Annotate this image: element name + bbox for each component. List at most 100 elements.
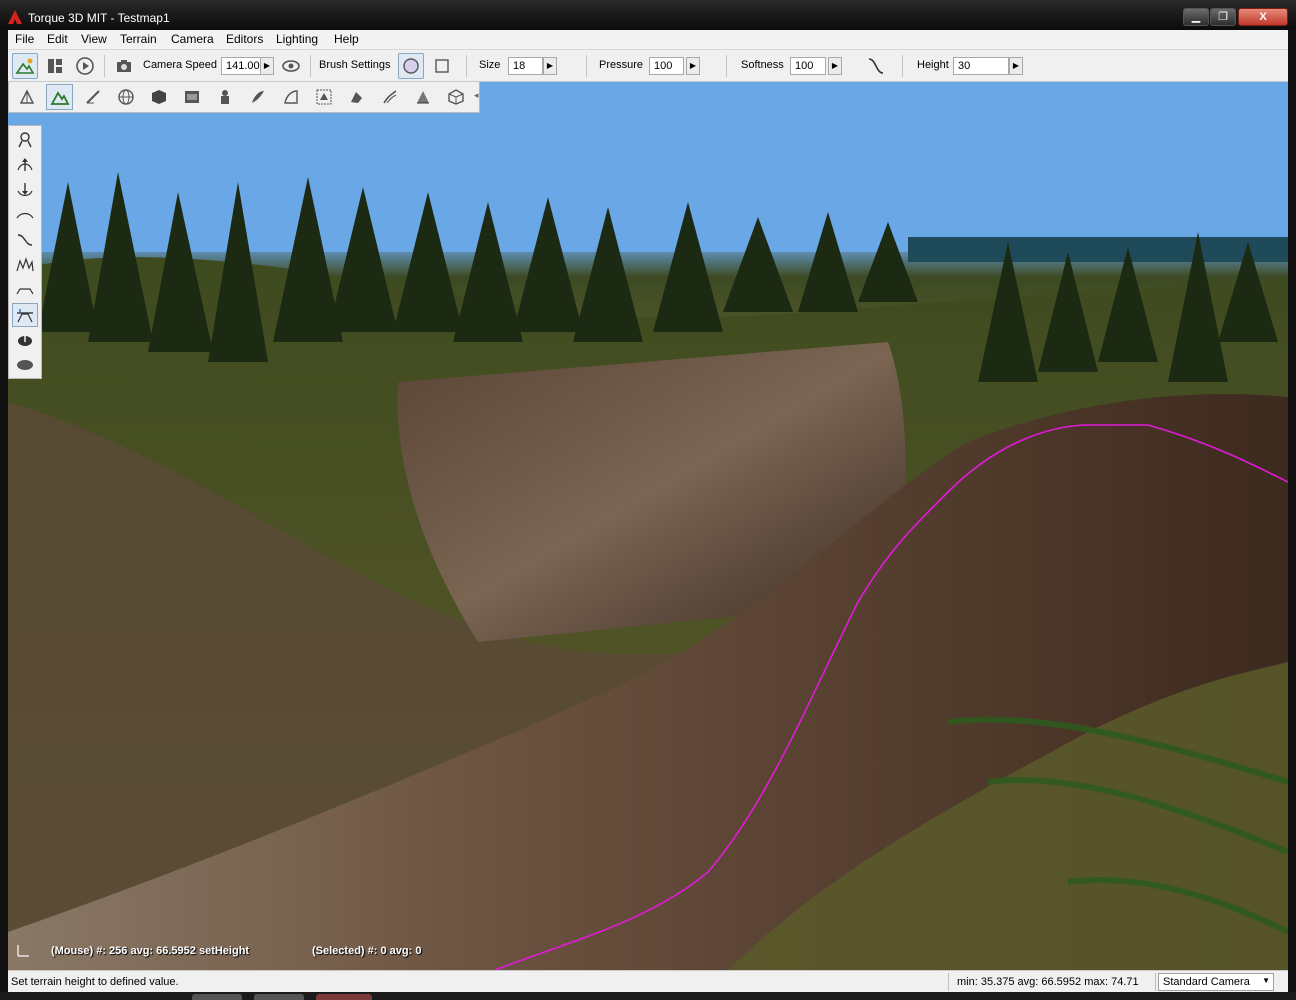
layout-button[interactable] xyxy=(42,53,68,79)
grab-terrain-button[interactable] xyxy=(12,128,38,152)
window-title: Torque 3D MIT - Testmap1 xyxy=(28,11,170,25)
set-height-button[interactable] xyxy=(12,303,38,327)
world-icon xyxy=(117,89,134,105)
pressure-label: Pressure xyxy=(599,59,644,71)
play-game-button[interactable] xyxy=(72,53,98,79)
softness-field[interactable]: 100 xyxy=(790,57,826,75)
visibility-button[interactable] xyxy=(278,53,304,79)
toolbar-separator xyxy=(902,55,903,77)
forest-icon xyxy=(316,89,331,105)
raise-height-button[interactable] xyxy=(12,153,38,177)
height-arrow-icon[interactable]: ▶ xyxy=(1009,57,1023,75)
shape-editor-button[interactable] xyxy=(145,84,172,110)
status-message: Set terrain height to defined value. xyxy=(11,976,179,988)
river-editor-button[interactable] xyxy=(376,84,403,110)
maximize-button[interactable]: ❐ xyxy=(1210,8,1236,26)
convex-editor-button[interactable] xyxy=(442,84,469,110)
3d-viewport[interactable]: (Mouse) #: 256 avg: 66.5952 setHeight (S… xyxy=(8,82,1288,970)
box-brush-button[interactable] xyxy=(429,53,455,79)
eye-icon xyxy=(282,60,300,72)
size-field[interactable]: 18 xyxy=(508,57,543,75)
title-bar: Torque 3D MIT - Testmap1 ▁ ❐ X xyxy=(0,0,1296,30)
particle-editor-button[interactable] xyxy=(211,84,238,110)
clear-terrain-icon xyxy=(18,335,32,346)
distant-water xyxy=(908,237,1288,262)
menu-bar: File Edit View Terrain Camera Editors Li… xyxy=(8,30,1288,50)
restore-terrain-button[interactable] xyxy=(12,353,38,377)
size-arrow-icon[interactable]: ▶ xyxy=(543,57,557,75)
camera-speed-arrow-icon[interactable]: ▶ xyxy=(260,57,274,75)
menu-view[interactable]: View xyxy=(81,32,107,46)
toolbar-separator xyxy=(466,55,467,77)
camera-speed-field[interactable]: 141.00 xyxy=(221,57,261,75)
terrain-editor-button[interactable] xyxy=(46,84,73,110)
camera-speed-label: Camera Speed xyxy=(143,59,217,71)
taskbar-item[interactable] xyxy=(254,994,304,1000)
torque-logo-icon xyxy=(8,10,22,24)
world-editor-button[interactable] xyxy=(12,53,38,79)
toolbar-separator xyxy=(310,55,311,77)
softness-arrow-icon[interactable]: ▶ xyxy=(828,57,842,75)
object-editor-button[interactable] xyxy=(13,84,40,110)
menu-help[interactable]: Help xyxy=(334,32,359,46)
chevron-down-icon: ▼ xyxy=(1262,976,1270,985)
clear-terrain-button[interactable] xyxy=(12,328,38,352)
pressure-arrow-icon[interactable]: ▶ xyxy=(686,57,700,75)
camera-icon xyxy=(117,60,131,72)
river-icon xyxy=(382,90,396,104)
smooth-slope-button[interactable] xyxy=(12,228,38,252)
world-button[interactable] xyxy=(112,84,139,110)
terrain-editor-icon xyxy=(49,91,69,105)
mouse-info-readout: (Mouse) #: 256 avg: 66.5952 setHeight xyxy=(51,945,250,957)
decal-editor-button[interactable] xyxy=(244,84,271,110)
smooth-slope-icon xyxy=(17,234,33,246)
minimize-button[interactable]: ▁ xyxy=(1183,8,1209,26)
softness-curve-button[interactable] xyxy=(863,53,889,79)
menu-camera[interactable]: Camera xyxy=(171,32,214,46)
editor-palette: ◂ xyxy=(8,82,480,113)
selected-info-readout: (Selected) #: 0 avg: 0 xyxy=(312,945,422,957)
height-field[interactable]: 30 xyxy=(953,57,1009,75)
navmesh-editor-button[interactable] xyxy=(409,84,436,110)
brush-settings-label: Brush Settings xyxy=(319,59,391,71)
menu-file[interactable]: File xyxy=(15,32,34,46)
paint-noise-button[interactable] xyxy=(12,253,38,277)
camera-mode-select[interactable]: Standard Camera ▼ xyxy=(1158,973,1274,991)
flatten-button[interactable] xyxy=(12,278,38,302)
road-icon xyxy=(283,90,298,104)
axis-gizmo-icon xyxy=(17,945,29,957)
forest-editor-button[interactable] xyxy=(310,84,337,110)
pressure-field[interactable]: 100 xyxy=(649,57,684,75)
menu-editors[interactable]: Editors xyxy=(226,32,263,46)
object-editor-icon xyxy=(19,89,34,104)
circle-brush-button[interactable] xyxy=(398,53,424,79)
set-height-icon xyxy=(17,309,33,323)
terrain-painter-button[interactable] xyxy=(79,84,106,110)
taskbar-item[interactable] xyxy=(316,994,372,1000)
lower-height-button[interactable] xyxy=(12,178,38,202)
road-editor-button[interactable] xyxy=(277,84,304,110)
shape-icon xyxy=(151,90,166,104)
menu-edit[interactable]: Edit xyxy=(47,32,68,46)
menu-terrain[interactable]: Terrain xyxy=(120,32,157,46)
curve-icon xyxy=(868,58,884,74)
circle-brush-icon xyxy=(403,58,419,74)
layout-icon xyxy=(48,59,62,73)
toolbar-separator xyxy=(104,55,105,77)
height-label: Height xyxy=(917,59,949,71)
size-label: Size xyxy=(479,59,501,71)
height-stats: min: 35.375 avg: 66.5952 max: 74.71 xyxy=(957,976,1139,988)
close-button[interactable]: X xyxy=(1238,8,1288,26)
flatten-icon xyxy=(16,288,34,295)
taskbar-item[interactable] xyxy=(192,994,242,1000)
mesh-road-editor-button[interactable] xyxy=(343,84,370,110)
datablock-editor-button[interactable] xyxy=(178,84,205,110)
navmesh-icon xyxy=(416,91,429,104)
terrain-sun-icon xyxy=(15,58,35,74)
softness-label: Softness xyxy=(741,59,784,71)
camera-mode-value: Standard Camera xyxy=(1163,976,1250,988)
menu-lighting[interactable]: Lighting xyxy=(276,32,318,46)
camera-button[interactable] xyxy=(111,53,137,79)
palette-collapse-icon[interactable]: ◂ xyxy=(474,90,479,101)
smooth-button[interactable] xyxy=(12,203,38,227)
